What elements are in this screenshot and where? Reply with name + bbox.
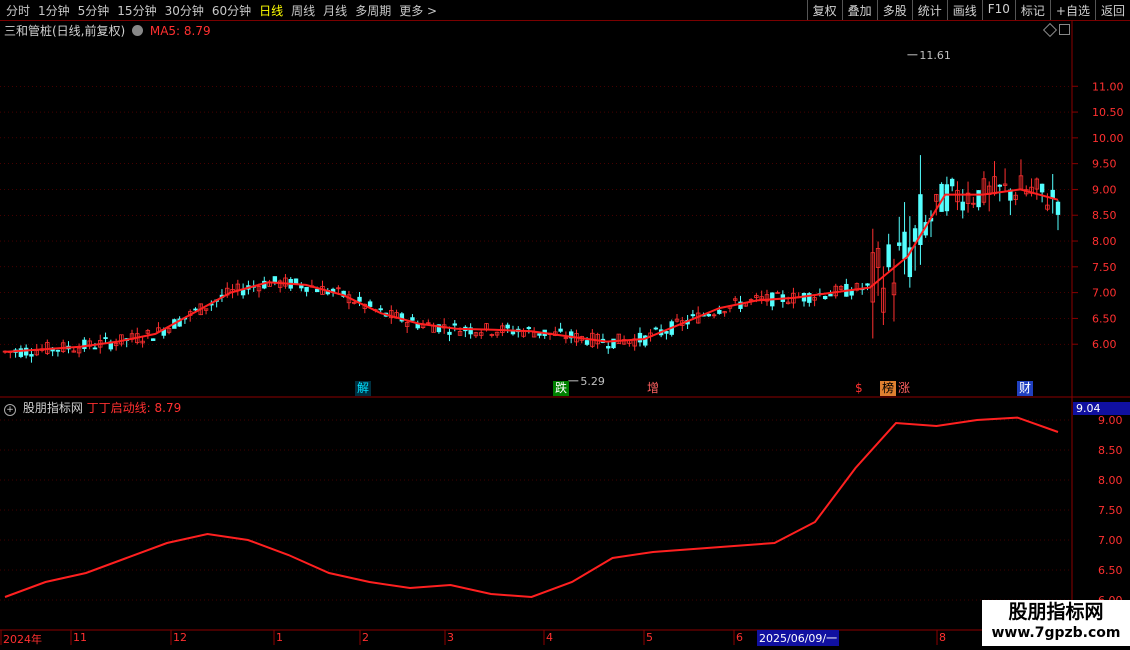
low-label: 5.29 [580, 375, 605, 388]
main-tick-label-6: 8.00 [1092, 235, 1117, 248]
candle-body-110 [584, 340, 590, 345]
main-tick-label-1: 10.50 [1092, 106, 1124, 119]
main-tick-label-0: 11.00 [1092, 80, 1124, 93]
candle-body-67 [357, 296, 362, 302]
price-chart[interactable]: 11.00 10.50 10.00 9.50 9.00 8.50 8.00 7.50 7.00 6… [0, 0, 1130, 650]
candle-body-135 [717, 309, 722, 314]
candle-body-196 [1039, 183, 1045, 193]
candle-body-133 [706, 314, 711, 317]
watermark-logo: 股朋指标网 www.7gpzb.com [982, 600, 1130, 646]
candle-body-120 [637, 332, 643, 343]
x-label-0: 2024年 [3, 633, 42, 646]
main-tick-label-5: 8.50 [1092, 209, 1117, 222]
candle-body-17 [92, 347, 98, 350]
candle-body-125 [664, 331, 669, 334]
x-label-6: 4 [546, 631, 553, 644]
candle-body-188 [997, 184, 1002, 187]
event-badge-2[interactable]: 增 [645, 381, 662, 396]
ind-tick-label-2: 8.00 [1098, 474, 1123, 487]
x-label-8: 6 [736, 631, 743, 644]
main-tick-label-8: 7.00 [1092, 287, 1117, 300]
candle-body-19 [103, 337, 108, 339]
candle-body-181 [960, 201, 965, 211]
event-badge-6[interactable]: 财 [1017, 381, 1034, 396]
candle-body-178 [944, 184, 950, 212]
main-tick-label-10: 6.00 [1092, 338, 1117, 351]
candle-body-28 [150, 338, 156, 341]
candle-body-199 [1055, 201, 1061, 215]
candle-body-130 [690, 314, 696, 317]
watermark-url: www.7gpzb.com [991, 625, 1121, 641]
x-label-5: 3 [447, 631, 454, 644]
x-label-7: 5 [646, 631, 653, 644]
ind-tick-label-3: 7.50 [1098, 504, 1123, 517]
main-tick-label-3: 9.50 [1092, 158, 1117, 171]
high-label: 11.61 [919, 49, 951, 62]
ind-tick-label-4: 7.00 [1098, 534, 1123, 547]
candle-body-160 [849, 290, 854, 296]
candle-body-105 [558, 328, 563, 332]
candle-body-10 [55, 349, 61, 352]
candle-body-167 [886, 244, 891, 268]
candle-body-170 [902, 231, 907, 260]
candle-body-77 [410, 317, 415, 321]
candle-body-184 [976, 190, 981, 208]
ma5-line [4, 188, 1059, 353]
candle-body-163 [865, 283, 870, 286]
x-label-10: 8 [939, 631, 946, 644]
candle-body-123 [653, 327, 659, 330]
candle-body-71 [378, 308, 383, 311]
event-badge-5[interactable]: 涨 [896, 381, 913, 396]
candle-body-146 [775, 292, 780, 294]
event-badge-3[interactable]: $ [853, 381, 865, 396]
candle-body-172 [912, 228, 918, 242]
ind-tick-label-0: 9.00 [1098, 414, 1123, 427]
candle-body-84 [447, 331, 452, 335]
candle-body-4 [23, 347, 29, 356]
main-tick-label-4: 9.00 [1092, 183, 1117, 196]
x-label-3: 1 [276, 631, 283, 644]
candle-body-5 [29, 354, 34, 357]
x-label-4: 2 [362, 631, 369, 644]
highlighted-date: 2025/06/09/一 [757, 630, 840, 646]
event-badge-4[interactable]: 榜 [880, 381, 897, 396]
main-tick-label-2: 10.00 [1092, 132, 1124, 145]
candle-body-57 [304, 286, 309, 292]
x-label-1: 11 [73, 631, 87, 644]
ind-tick-label-1: 8.50 [1098, 444, 1123, 457]
candle-body-155 [822, 295, 828, 300]
candle-body-179 [949, 178, 955, 187]
candle-body-55 [293, 278, 299, 284]
candle-body-45 [240, 289, 246, 296]
candle-body-101 [537, 333, 542, 336]
candle-body-95 [505, 324, 510, 329]
candle-body-99 [526, 327, 532, 330]
candle-body-85 [452, 323, 457, 326]
candle-body-156 [828, 293, 833, 297]
candle-body-69 [367, 301, 373, 307]
x-label-2: 12 [173, 631, 187, 644]
candle-body-59 [314, 288, 320, 293]
event-badge-1[interactable]: 跌 [553, 381, 570, 396]
candle-body-169 [897, 242, 902, 246]
ind-tick-label-5: 6.50 [1098, 564, 1123, 577]
event-badge-0[interactable]: 解 [355, 381, 372, 396]
watermark-title: 股朋指标网 [1008, 601, 1104, 623]
main-tick-label-9: 6.50 [1092, 312, 1117, 325]
candle-body-36 [193, 308, 198, 311]
main-tick-label-7: 7.50 [1092, 261, 1117, 274]
candle-body-114 [606, 346, 611, 349]
